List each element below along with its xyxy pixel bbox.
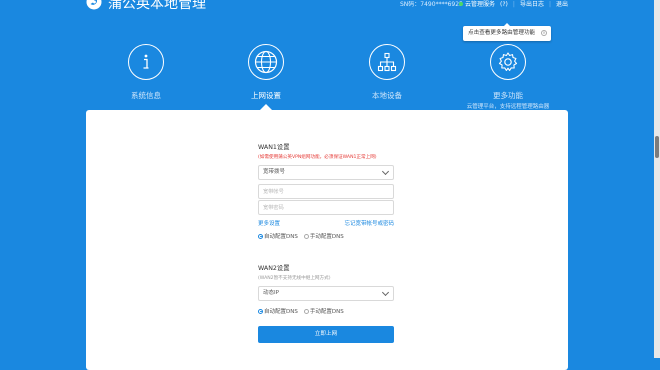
nav-label: 系统信息 bbox=[131, 91, 161, 100]
broadband-password-input[interactable] bbox=[258, 200, 394, 215]
nav-system-info[interactable]: 系统信息 bbox=[101, 44, 191, 101]
divider: | bbox=[512, 1, 515, 8]
status-dot-icon bbox=[459, 2, 464, 6]
cloud-service-label: 云管理服务 bbox=[465, 1, 496, 8]
help-icon[interactable]: (?) bbox=[500, 0, 508, 9]
gear-icon bbox=[490, 44, 526, 80]
network-icon bbox=[369, 44, 405, 80]
page-scrollbar[interactable] bbox=[654, 0, 660, 358]
header-actions: 云管理服务 (?) | 导出日志 | 退出 bbox=[459, 0, 568, 9]
chevron-down-icon bbox=[381, 288, 390, 297]
chevron-down-icon bbox=[381, 167, 390, 176]
radio-label: 自动配置DNS bbox=[264, 234, 298, 240]
wan2-note: (WAN2暂不支持无线中继上网方式) bbox=[258, 276, 331, 281]
radio-label: 自动配置DNS bbox=[264, 309, 298, 315]
top-header: 蒲公英本地管理 SN码：7490****6925 云管理服务 (?) | 导出日… bbox=[0, 0, 660, 14]
wan2-mode-value: 动态IP bbox=[263, 290, 279, 296]
wan2-mode-select[interactable]: 动态IP bbox=[258, 286, 394, 301]
wan1-title: WAN1设置 bbox=[258, 144, 290, 151]
wan2-dns-manual-radio[interactable]: 手动配置DNS bbox=[303, 307, 344, 315]
wan1-mode-value: 宽带拨号 bbox=[263, 169, 286, 175]
radio-icon bbox=[303, 308, 309, 314]
nav-label: 本地设备 bbox=[372, 91, 402, 100]
more-features-tooltip: 点击查看更多路由管理功能 × bbox=[463, 23, 551, 41]
radio-label: 手动配置DNS bbox=[309, 234, 344, 240]
radio-selected-icon bbox=[258, 233, 263, 239]
nav-more-features[interactable]: 更多功能 云管理平台，支持远程管理路由器 bbox=[463, 44, 553, 110]
wan2-dns-options: 自动配置DNS 手动配置DNS bbox=[258, 307, 394, 315]
radio-selected-icon bbox=[258, 308, 263, 314]
brand-title: 蒲公英本地管理 bbox=[108, 0, 206, 12]
radio-icon bbox=[303, 233, 309, 239]
close-icon[interactable]: × bbox=[541, 30, 547, 36]
wan1-dns-options: 自动配置DNS 手动配置DNS bbox=[258, 232, 394, 240]
export-log-link[interactable]: 导出日志 bbox=[520, 0, 544, 9]
wan1-mode-select[interactable]: 宽带拨号 bbox=[258, 165, 394, 180]
serial-number: SN码：7490****6925 bbox=[400, 1, 463, 8]
internet-settings-form: WAN1设置 (如需使用蒲公英VPN组网功能，必须保证WAN1正常上网) 宽带拨… bbox=[258, 142, 394, 343]
wan1-dns-auto-radio[interactable]: 自动配置DNS bbox=[258, 232, 298, 240]
wan2-title: WAN2设置 bbox=[258, 265, 290, 272]
wan2-dns-auto-radio[interactable]: 自动配置DNS bbox=[258, 307, 298, 315]
forgot-account-link[interactable]: 忘记宽带帐号或密码 bbox=[344, 219, 394, 227]
connect-now-button[interactable]: 立即上网 bbox=[258, 326, 394, 343]
wan1-dns-manual-radio[interactable]: 手动配置DNS bbox=[303, 232, 344, 240]
cloud-service-link[interactable]: 云管理服务 bbox=[459, 0, 495, 9]
radio-label: 手动配置DNS bbox=[309, 309, 344, 315]
scrollbar-thumb[interactable] bbox=[655, 136, 659, 158]
settings-card: WAN1设置 (如需使用蒲公英VPN组网功能，必须保证WAN1正常上网) 宽带拨… bbox=[86, 110, 568, 370]
info-icon bbox=[128, 44, 164, 80]
wan1-warning: (如需使用蒲公英VPN组网功能，必须保证WAN1正常上网) bbox=[258, 155, 377, 160]
nav-sublabel: 云管理平台，支持远程管理路由器 bbox=[466, 104, 550, 110]
more-settings-link[interactable]: 更多设置 bbox=[258, 219, 280, 227]
tooltip-text: 点击查看更多路由管理功能 bbox=[468, 30, 536, 36]
nav-label: 上网设置 bbox=[251, 91, 281, 100]
nav-local-devices[interactable]: 本地设备 bbox=[342, 44, 432, 101]
wan1-links: 更多设置 忘记宽带帐号或密码 bbox=[258, 219, 394, 227]
nav-label: 更多功能 bbox=[493, 91, 523, 100]
divider: | bbox=[548, 1, 551, 8]
logout-link[interactable]: 退出 bbox=[556, 0, 568, 9]
broadband-account-input[interactable] bbox=[258, 184, 394, 199]
nav-internet-settings[interactable]: 上网设置 bbox=[221, 44, 311, 101]
brand-logo-icon bbox=[86, 0, 102, 10]
globe-icon bbox=[248, 44, 284, 80]
